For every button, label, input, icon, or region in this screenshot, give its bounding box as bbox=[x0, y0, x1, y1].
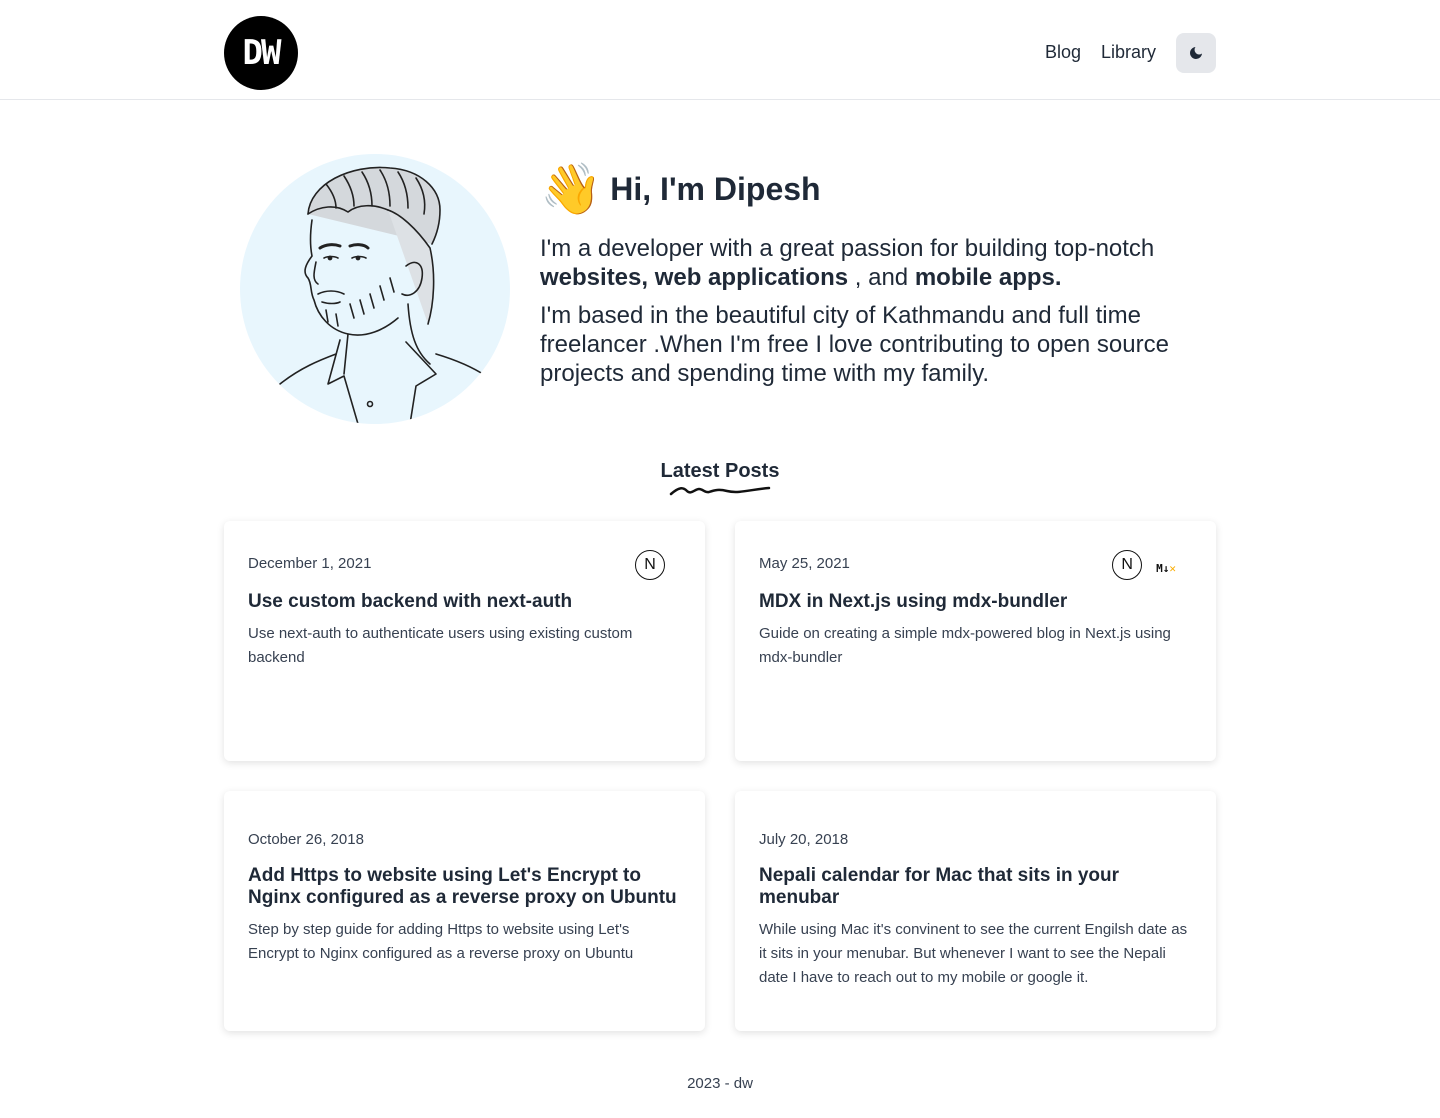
wave-icon: 👋 bbox=[540, 161, 603, 217]
intro-paragraph-2: I'm based in the beautiful city of Kathm… bbox=[540, 302, 1169, 387]
post-description: Use next-auth to authenticate users usin… bbox=[248, 625, 633, 666]
post-card[interactable]: October 26, 2018 Add Https to website us… bbox=[224, 791, 705, 1031]
moon-icon bbox=[1190, 46, 1202, 59]
avatar bbox=[240, 154, 510, 424]
site-logo[interactable]: DW bbox=[224, 15, 298, 90]
nav-link-blog[interactable]: Blog bbox=[1045, 42, 1081, 63]
post-tags: N M↓✕ bbox=[1112, 545, 1192, 580]
header-inner: DW Blog Library bbox=[224, 0, 1216, 99]
site-footer: 2023 - dw bbox=[0, 1075, 1440, 1092]
post-card[interactable]: May 25, 2021 N M↓✕ MDX in Next.js using … bbox=[735, 521, 1216, 761]
footer-text: 2023 - dw bbox=[687, 1075, 753, 1092]
site-header: DW Blog Library bbox=[0, 0, 1440, 100]
post-grid: December 1, 2021 N Use custom backend wi… bbox=[224, 521, 1216, 1031]
squiggle-underline bbox=[669, 486, 771, 496]
mdx-icon: M↓✕ bbox=[1156, 562, 1176, 575]
card-header: December 1, 2021 N bbox=[248, 545, 681, 581]
post-description: While using Mac it's convinent to see th… bbox=[759, 921, 1188, 986]
card-header: October 26, 2018 bbox=[248, 825, 681, 855]
card-header: July 20, 2018 bbox=[759, 825, 1192, 855]
post-card[interactable]: December 1, 2021 N Use custom backend wi… bbox=[224, 521, 705, 761]
theme-toggle-button[interactable] bbox=[1176, 32, 1216, 73]
nextjs-icon: N bbox=[635, 550, 665, 580]
nextjs-icon: N bbox=[1112, 550, 1143, 580]
post-tags: N bbox=[635, 545, 681, 580]
post-title[interactable]: MDX in Next.js using mdx-bundler bbox=[759, 591, 1192, 613]
main-nav: Blog Library bbox=[1045, 32, 1216, 73]
post-title[interactable]: Nepali calendar for Mac that sits in you… bbox=[759, 865, 1192, 909]
nav-link-library[interactable]: Library bbox=[1101, 42, 1156, 63]
post-date: July 20, 2018 bbox=[759, 831, 849, 848]
post-date: December 1, 2021 bbox=[248, 555, 372, 572]
post-date: October 26, 2018 bbox=[248, 831, 364, 848]
intro-paragraph-1: I'm a developer with a great passion for… bbox=[540, 235, 1155, 291]
hero-section: 👋 Hi, I'm Dipesh I'm a developer with a … bbox=[224, 100, 1216, 424]
avatar-illustration bbox=[279, 166, 487, 424]
post-card[interactable]: July 20, 2018 Nepali calendar for Mac th… bbox=[735, 791, 1216, 1031]
post-description: Guide on creating a simple mdx-powered b… bbox=[759, 625, 1171, 666]
greeting-text: Hi, I'm Dipesh bbox=[610, 170, 821, 207]
page-title: 👋 Hi, I'm Dipesh bbox=[540, 158, 1200, 220]
intro-text: 👋 Hi, I'm Dipesh I'm a developer with a … bbox=[540, 154, 1200, 388]
post-date: May 25, 2021 bbox=[759, 555, 850, 572]
post-title[interactable]: Use custom backend with next-auth bbox=[248, 591, 681, 613]
post-title[interactable]: Add Https to website using Let's Encrypt… bbox=[248, 865, 681, 909]
latest-posts-heading: Latest Posts bbox=[0, 460, 1440, 497]
section-title: Latest Posts bbox=[660, 460, 780, 482]
card-header: May 25, 2021 N M↓✕ bbox=[759, 545, 1192, 581]
post-description: Step by step guide for adding Https to w… bbox=[248, 921, 634, 962]
